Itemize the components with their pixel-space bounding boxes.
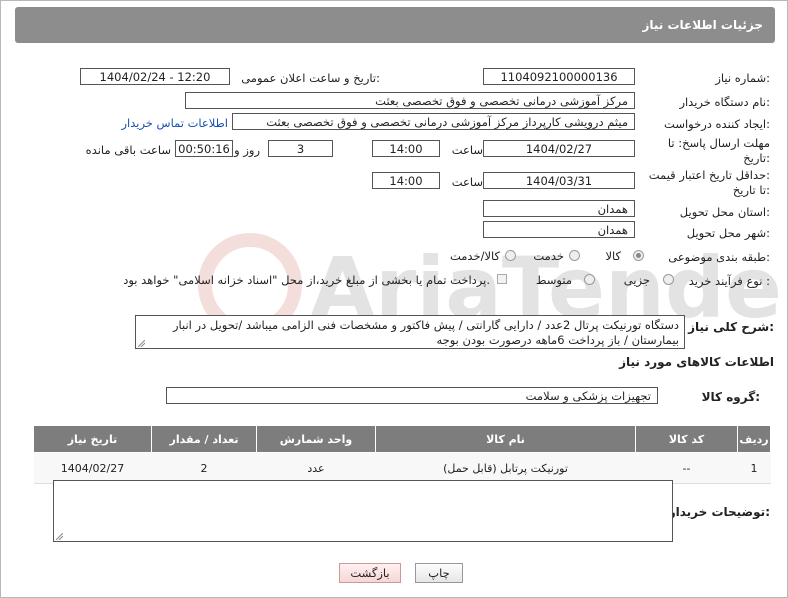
col-date: تاریخ نیاز (33, 425, 152, 453)
col-row: ردیف (737, 425, 771, 453)
cell-name: تورنیکت پرتابل (قابل حمل) (375, 452, 636, 484)
price-time-label: ساعت (451, 175, 483, 189)
price-time-field: 14:00 (372, 172, 440, 189)
page-title: جزئیات اطلاعات نیاز (642, 18, 763, 32)
remaining-time-field: 00:50:16 (175, 140, 233, 157)
deadline-label-line2: تاریخ: (743, 151, 770, 165)
category-radio-service[interactable] (569, 250, 580, 261)
process-option-medium: متوسط (535, 273, 572, 287)
days-label: روز و (234, 143, 260, 157)
resize-grip-icon (138, 340, 145, 347)
goods-group-field: تجهیزات پزشکی و سلامت (166, 387, 658, 404)
category-radio-goods[interactable] (633, 250, 644, 261)
need-number-label: شماره نیاز: (715, 71, 770, 85)
description-label: شرح کلی نیاز: (688, 320, 774, 334)
category-option-service: خدمت (533, 249, 564, 263)
deadline-label-line1: مهلت ارسال پاسخ: تا (667, 136, 770, 150)
process-radio-minor[interactable] (663, 274, 674, 285)
province-label: استان محل تحویل: (679, 205, 770, 219)
price-date-field: 1404/03/31 (483, 172, 635, 189)
goods-section-title: اطلاعات کالاهای مورد نیاز (619, 355, 774, 369)
buyer-notes-label: توضیحات خریدار: (668, 505, 770, 519)
goods-group-label: گروه کالا: (701, 390, 760, 404)
cell-code: -- (635, 452, 738, 484)
col-qty: تعداد / مقدار (151, 425, 257, 453)
category-radio-goods-service[interactable] (505, 250, 516, 261)
remaining-label: ساعت باقی مانده (85, 143, 171, 157)
cell-row: 1 (737, 452, 771, 484)
print-button[interactable]: چاپ (415, 563, 463, 583)
back-button[interactable]: بازگشت (339, 563, 401, 583)
description-text: دستگاه تورنیکت پرتال 2عدد / دارایی گاران… (172, 318, 679, 347)
days-field: 3 (268, 140, 333, 157)
city-label: شهر محل تحویل: (686, 226, 770, 240)
province-field: همدان (483, 200, 635, 217)
announce-label: تاریخ و ساعت اعلان عمومی: (241, 71, 380, 85)
resize-grip-icon (56, 533, 63, 540)
contact-info-link[interactable]: اطلاعات تماس خریدار (121, 116, 228, 130)
process-radio-medium[interactable] (584, 274, 595, 285)
page-header: جزئیات اطلاعات نیاز (15, 7, 775, 43)
category-label: طبقه بندی موضوعی: (668, 250, 770, 264)
process-label: نوع فرآیند خرید : (688, 274, 770, 288)
city-field: همدان (483, 221, 635, 238)
need-number-field: 1104092100000136 (483, 68, 635, 85)
creator-label: ایجاد کننده درخواست: (664, 117, 770, 131)
deadline-time-label: ساعت (451, 143, 483, 157)
buyer-notes-textarea[interactable] (53, 480, 673, 542)
col-name: نام کالا (375, 425, 636, 453)
buyer-org-field: مرکز آموزشی درمانی تخصصی و فوق تخصصی بعث… (185, 92, 635, 109)
table-row: 1 -- تورنیکت پرتابل (قابل حمل) عدد 2 140… (33, 452, 771, 484)
category-option-goods-service: کالا/خدمت (449, 249, 500, 263)
cell-date: 1404/02/27 (33, 452, 152, 484)
buyer-org-label: نام دستگاه خریدار: (679, 95, 770, 109)
deadline-date-field: 1404/02/27 (483, 140, 635, 157)
announce-field: 1404/02/24 - 12:20 (80, 68, 230, 85)
payment-note: پرداخت تمام یا بخشی از مبلغ خرید،از محل … (123, 273, 490, 287)
description-textarea[interactable]: دستگاه تورنیکت پرتال 2عدد / دارایی گاران… (135, 315, 685, 349)
deadline-time-field: 14:00 (372, 140, 440, 157)
price-validity-label-line2: تا تاریخ: (732, 183, 770, 197)
goods-table-header: ردیف کد کالا نام کالا واحد شمارش تعداد /… (33, 425, 771, 453)
category-option-goods: کالا (605, 249, 621, 263)
cell-qty: 2 (151, 452, 257, 484)
col-unit: واحد شمارش (256, 425, 376, 453)
col-code: کد کالا (635, 425, 738, 453)
process-option-minor: جزیی (623, 273, 650, 287)
price-validity-label-line1: حداقل تاریخ اعتبار قیمت: (648, 168, 770, 182)
creator-field: میثم درویشی کارپرداز مرکز آموزشی درمانی … (232, 113, 635, 130)
payment-checkbox[interactable] (497, 274, 507, 284)
cell-unit: عدد (256, 452, 376, 484)
goods-table: ردیف کد کالا نام کالا واحد شمارش تعداد /… (33, 425, 771, 484)
